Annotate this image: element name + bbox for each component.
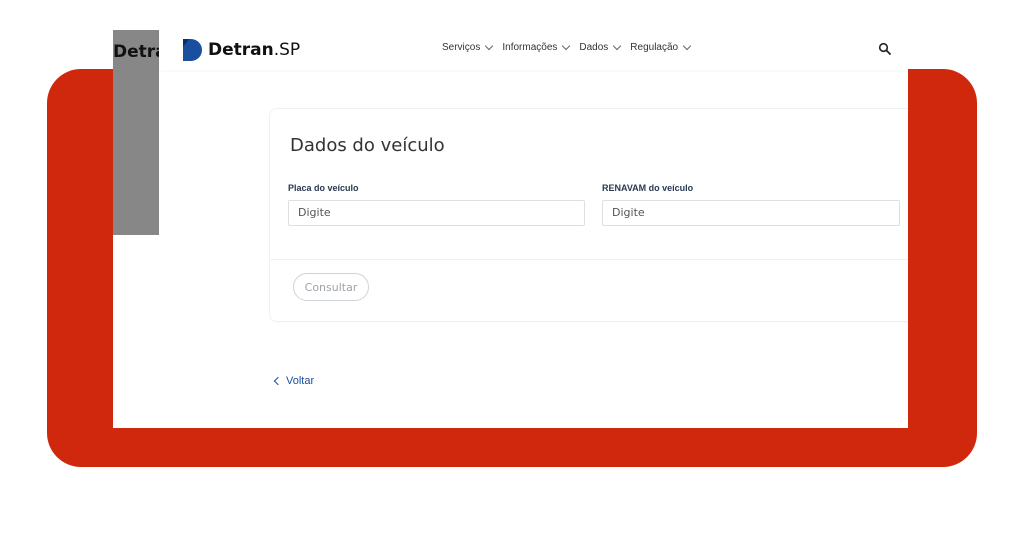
- renavam-label: RENAVAM do veículo: [602, 183, 694, 193]
- nav-label: Informações: [502, 42, 558, 53]
- top-navbar: Detran.SP Serviços Informações Dados Reg…: [159, 30, 908, 70]
- plate-label: Placa do veículo: [288, 183, 359, 193]
- logo-suffix: .SP: [273, 40, 301, 60]
- chevron-down-icon: [613, 41, 622, 51]
- browser-screen: Detra Detran.SP Serviços Informações Dad…: [113, 30, 908, 428]
- nav-informacoes[interactable]: Informações: [502, 41, 571, 53]
- chevron-down-icon: [682, 41, 692, 51]
- renavam-input[interactable]: Digite: [602, 200, 900, 226]
- logo-text: Detran.SP: [208, 40, 300, 60]
- nav-label: Serviços: [442, 42, 481, 53]
- nav-label: Dados: [579, 42, 609, 53]
- nav-label: Regulação: [630, 42, 679, 53]
- form-title: Dados do veículo: [290, 135, 445, 156]
- background-window: Detra: [113, 30, 167, 235]
- nav-regulacao[interactable]: Regulação: [630, 41, 692, 53]
- plate-input[interactable]: Digite: [288, 200, 585, 226]
- nav-servicos[interactable]: Serviços: [442, 41, 494, 53]
- chevron-left-icon: [273, 376, 283, 386]
- logo-name: Detran: [208, 40, 274, 60]
- main-nav: Serviços Informações Dados Regulação: [442, 41, 692, 53]
- chevron-down-icon: [485, 41, 494, 51]
- nav-dados[interactable]: Dados: [579, 41, 622, 53]
- back-label: Voltar: [286, 375, 315, 387]
- search-icon[interactable]: [878, 42, 892, 56]
- consult-button[interactable]: Consultar: [293, 273, 369, 301]
- vehicle-form-card: Dados do veículo Placa do veículo Digite…: [269, 108, 908, 322]
- form-divider: [270, 259, 908, 260]
- chevron-down-icon: [562, 41, 571, 51]
- back-link[interactable]: Voltar: [273, 375, 315, 387]
- site-logo[interactable]: Detran.SP: [181, 37, 300, 63]
- detran-logo-icon: [183, 39, 202, 61]
